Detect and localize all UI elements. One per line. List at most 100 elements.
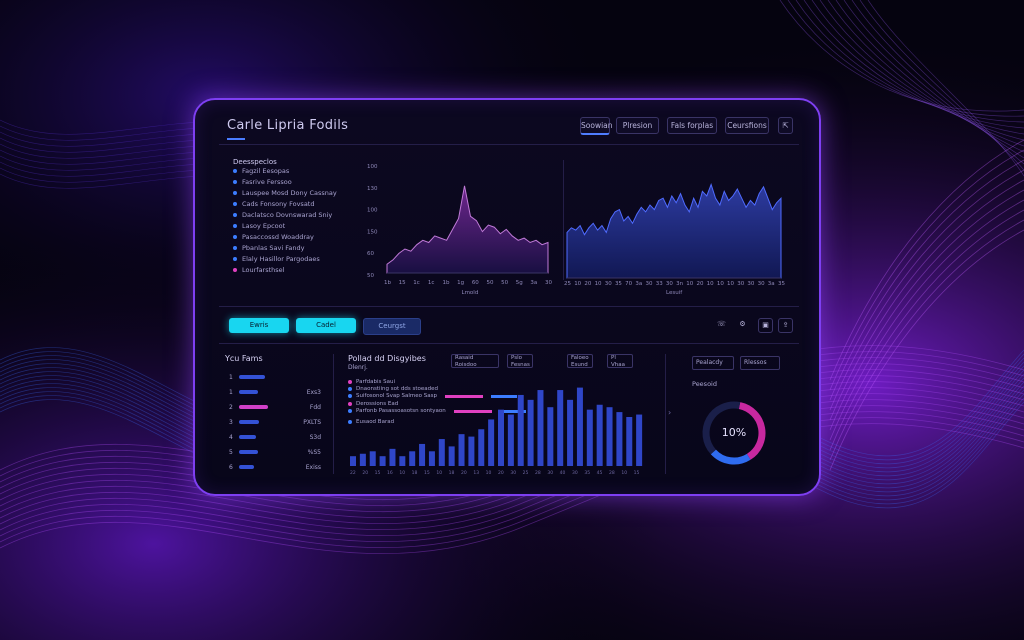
sidebar-item[interactable]: Lourfarsthsel — [233, 266, 337, 274]
y-tick-label: 150 — [367, 229, 378, 235]
x-tick-label: 70 — [625, 281, 632, 287]
bullet-icon — [233, 191, 237, 195]
x-tick-label: 20 — [362, 470, 368, 476]
gauge-value: 10% — [721, 426, 747, 439]
middle-subtitle: Dlenrj. — [348, 364, 368, 371]
rank-value: PXLTS — [303, 418, 321, 426]
filter-box-3[interactable]: Faloeo Esund — [567, 354, 593, 368]
x-tick-label: 15 — [375, 470, 381, 476]
bar — [409, 451, 416, 466]
bar — [507, 414, 514, 466]
sidebar-item[interactable]: Elaly Hasillor Pargodaes — [233, 255, 337, 263]
bullet-icon — [233, 268, 237, 272]
bullet-icon — [233, 235, 237, 239]
rank-value: Fdd — [309, 403, 321, 411]
tab-button-2[interactable]: Plresion — [616, 117, 659, 134]
area-chart-right: 25 10 20 10 30 35 70 3a 30 33 30 3n 10 20 10 10 10 30 30 30… — [564, 183, 785, 296]
x-tick-label: 10 — [574, 281, 581, 287]
bar — [350, 456, 356, 466]
mid-divider — [219, 306, 799, 307]
bar — [369, 451, 376, 466]
sidebar-item[interactable]: Daclatsco Dovnswarad Sniy — [233, 211, 337, 219]
sidebar-item[interactable]: Cads Fonsony Fovsatd — [233, 200, 337, 208]
x-tick-label: 10 — [399, 470, 405, 476]
x-tick-label: 10 — [717, 281, 724, 287]
sidebar-item-label: Fasrive Ferssoo — [242, 178, 292, 186]
x-tick-label: 1c — [413, 280, 420, 286]
x-tick-label: 35 — [778, 281, 785, 287]
sidebar-item[interactable]: Lasoy Epcoot — [233, 222, 337, 230]
x-tick-label: 25 — [523, 470, 529, 476]
tertiary-button[interactable]: Ceurgst — [363, 318, 421, 335]
x-tick-label: 3a — [635, 281, 642, 287]
rank-number: 1 — [229, 388, 233, 396]
secondary-button[interactable]: Cadel — [296, 318, 356, 333]
right-tab-1[interactable]: Pealacdy — [692, 356, 734, 370]
table-row[interactable]: 1 Exs3 — [229, 387, 321, 397]
table-row[interactable]: 4 S3d — [229, 432, 321, 442]
rank-value: %S5 — [307, 448, 321, 456]
filter-box-2[interactable]: Pslo Fesnas — [507, 354, 533, 368]
x-tick-label: 18 — [412, 470, 418, 476]
dashboard-window: Carle Lipria Fodils Soowian Plresion Fal… — [193, 98, 821, 496]
expand-icon[interactable]: ⇱ — [778, 117, 793, 134]
x-tick-label: 25 — [564, 281, 571, 287]
rank-number: 6 — [229, 463, 233, 471]
x-tick-label: 10 — [621, 470, 627, 476]
table-row[interactable]: 3 PXLTS — [229, 417, 321, 427]
image-icon[interactable]: ▣ — [758, 318, 773, 333]
bar — [448, 446, 455, 466]
filter-box-1[interactable]: Rasaid Roisdoo Fesnas — [451, 354, 499, 368]
x-tick-label: 30 — [666, 281, 673, 287]
x-tick-label: 10 — [686, 281, 693, 287]
x-tick-label: 50 — [501, 280, 508, 286]
x-tick-label: 30 — [572, 470, 578, 476]
x-axis-title: Lesuif — [666, 290, 683, 296]
bar — [428, 451, 435, 466]
x-tick-label: 18 — [449, 470, 455, 476]
bar — [636, 414, 643, 466]
rank-number: 4 — [229, 433, 233, 441]
sidebar-item[interactable]: Fasrive Ferssoo — [233, 178, 337, 186]
right-tab-2[interactable]: Rlessos — [740, 356, 780, 370]
bar — [547, 407, 554, 466]
bar — [527, 399, 534, 466]
tab-button-3[interactable]: Fals forplas — [667, 117, 717, 134]
filter-box-4[interactable]: Pl Vhaa — [607, 354, 633, 368]
sidebar-item-label: Pasaccossd Woaddray — [242, 233, 314, 241]
table-row[interactable]: 6 Exiss — [229, 462, 321, 472]
x-tick-label: 10 — [727, 281, 734, 287]
sidebar-item[interactable]: Pasaccossd Woaddray — [233, 233, 337, 241]
tab-button-1[interactable]: Soowian — [580, 117, 613, 135]
phone-icon[interactable]: ☏ — [715, 318, 728, 331]
table-row[interactable]: 2 Fdd — [229, 402, 321, 412]
x-tick-label: 15 — [399, 280, 406, 286]
settings-icon[interactable]: ⚙ — [736, 318, 749, 331]
bar — [468, 436, 475, 466]
x-tick-label: 33 — [656, 281, 663, 287]
x-tick-label: 30 — [737, 281, 744, 287]
bullet-icon — [233, 180, 237, 184]
title-underline — [227, 138, 245, 140]
x-tick-label: 10 — [486, 470, 492, 476]
bullet-icon — [233, 169, 237, 173]
bar-chart-middle: 22 20 15 16 10 18 15 10 18 20 13 10 20 30 25 28 30 40 30 35… — [350, 387, 643, 476]
table-row[interactable]: 1 — [229, 372, 321, 382]
share-icon[interactable]: ⇪ — [778, 318, 793, 333]
sidebar-item[interactable]: Lauspee Mosd Dony Cassnay — [233, 189, 337, 197]
x-tick-label: 30 — [547, 470, 553, 476]
x-tick-label: 10 — [595, 281, 602, 287]
rank-bar — [239, 465, 254, 469]
sidebar-heading: Deesspeclos — [233, 158, 277, 166]
chevron-right-icon[interactable]: › — [668, 408, 671, 417]
x-tick-label: 20 — [498, 470, 504, 476]
sidebar-item-label: Lourfarsthsel — [242, 266, 285, 274]
table-row[interactable]: 5 %S5 — [229, 447, 321, 457]
sidebar-item[interactable]: Pbanlas Savi Fandy — [233, 244, 337, 252]
primary-button[interactable]: Ewris — [229, 318, 289, 333]
bar — [478, 429, 485, 466]
tab-button-4[interactable]: Ceursfions — [725, 117, 769, 134]
x-tick-label: 10 — [436, 470, 442, 476]
x-tick-label: 35 — [615, 281, 622, 287]
rank-number: 5 — [229, 448, 233, 456]
